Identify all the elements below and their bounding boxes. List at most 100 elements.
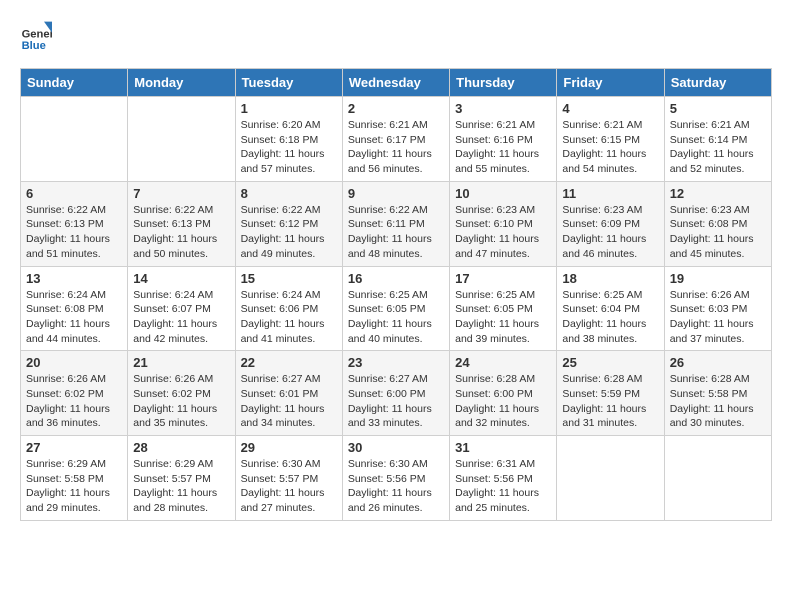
day-info: Sunrise: 6:21 AM Sunset: 6:14 PM Dayligh… [670, 118, 766, 177]
day-number: 17 [455, 271, 551, 286]
day-info: Sunrise: 6:23 AM Sunset: 6:10 PM Dayligh… [455, 203, 551, 262]
calendar-week-row: 6Sunrise: 6:22 AM Sunset: 6:13 PM Daylig… [21, 181, 772, 266]
calendar-cell: 28 Sunrise: 6:29 AM Sunset: 5:57 PM Dayli… [128, 436, 235, 521]
day-info: Sunrise: 6:22 AM Sunset: 6:12 PM Dayligh… [241, 203, 337, 262]
calendar-cell: 24Sunrise: 6:28 AM Sunset: 6:00 PM Dayli… [450, 351, 557, 436]
day-number: 21 [133, 355, 229, 370]
day-number: 10 [455, 186, 551, 201]
day-info: Sunrise: 6:31 AM Sunset: 5:56 PM Dayligh… [455, 457, 551, 516]
day-info: Sunrise: 6:30 AM Sunset: 5:56 PM Dayligh… [348, 457, 444, 516]
day-info: Sunrise: 6:29 AM Sunset: 5:58 PM Dayligh… [26, 457, 122, 516]
day-info: Sunrise: 6:30 AM Sunset: 5:57 PM Dayligh… [241, 457, 337, 516]
day-info: Sunrise: 6:22 AM Sunset: 6:13 PM Dayligh… [133, 203, 229, 262]
calendar-cell: 18Sunrise: 6:25 AM Sunset: 6:04 PM Dayli… [557, 266, 664, 351]
calendar-cell: 23Sunrise: 6:27 AM Sunset: 6:00 PM Dayli… [342, 351, 449, 436]
calendar-cell: 8 Sunrise: 6:22 AM Sunset: 6:12 PM Daylig… [235, 181, 342, 266]
weekday-header-thursday: Thursday [450, 69, 557, 97]
calendar-cell: 3 Sunrise: 6:21 AM Sunset: 6:16 PM Daylig… [450, 97, 557, 182]
page-header: General Blue [20, 20, 772, 52]
day-info: Sunrise: 6:26 AM Sunset: 6:03 PM Dayligh… [670, 288, 766, 347]
weekday-header-tuesday: Tuesday [235, 69, 342, 97]
calendar-cell: 20 Sunrise: 6:26 AM Sunset: 6:02 PM Dayli… [21, 351, 128, 436]
calendar-cell: 12Sunrise: 6:23 AM Sunset: 6:08 PM Dayli… [664, 181, 771, 266]
logo: General Blue [20, 20, 56, 52]
day-number: 13 [26, 271, 122, 286]
day-info: Sunrise: 6:22 AM Sunset: 6:13 PM Dayligh… [26, 203, 122, 262]
calendar-cell: 9Sunrise: 6:22 AM Sunset: 6:11 PM Daylig… [342, 181, 449, 266]
day-number: 15 [241, 271, 337, 286]
weekday-header-saturday: Saturday [664, 69, 771, 97]
calendar-week-row: 20 Sunrise: 6:26 AM Sunset: 6:02 PM Dayli… [21, 351, 772, 436]
day-info: Sunrise: 6:26 AM Sunset: 6:02 PM Dayligh… [26, 372, 122, 431]
day-info: Sunrise: 6:23 AM Sunset: 6:09 PM Dayligh… [562, 203, 658, 262]
weekday-header-monday: Monday [128, 69, 235, 97]
day-number: 5 [670, 101, 766, 116]
day-info: Sunrise: 6:27 AM Sunset: 6:01 PM Dayligh… [241, 372, 337, 431]
calendar-cell: 7 Sunrise: 6:22 AM Sunset: 6:13 PM Daylig… [128, 181, 235, 266]
day-info: Sunrise: 6:29 AM Sunset: 5:57 PM Dayligh… [133, 457, 229, 516]
calendar-cell [128, 97, 235, 182]
day-info: Sunrise: 6:24 AM Sunset: 6:06 PM Dayligh… [241, 288, 337, 347]
calendar-cell: 15 Sunrise: 6:24 AM Sunset: 6:06 PM Dayli… [235, 266, 342, 351]
day-number: 18 [562, 271, 658, 286]
day-info: Sunrise: 6:28 AM Sunset: 5:59 PM Dayligh… [562, 372, 658, 431]
calendar-cell: 25 Sunrise: 6:28 AM Sunset: 5:59 PM Dayli… [557, 351, 664, 436]
day-number: 30 [348, 440, 444, 455]
day-number: 2 [348, 101, 444, 116]
calendar-cell: 30 Sunrise: 6:30 AM Sunset: 5:56 PM Dayli… [342, 436, 449, 521]
calendar-cell: 11 Sunrise: 6:23 AM Sunset: 6:09 PM Dayli… [557, 181, 664, 266]
day-number: 8 [241, 186, 337, 201]
calendar-cell: 5 Sunrise: 6:21 AM Sunset: 6:14 PM Daylig… [664, 97, 771, 182]
calendar-cell: 6Sunrise: 6:22 AM Sunset: 6:13 PM Daylig… [21, 181, 128, 266]
calendar-cell: 31Sunrise: 6:31 AM Sunset: 5:56 PM Dayli… [450, 436, 557, 521]
weekday-header-sunday: Sunday [21, 69, 128, 97]
day-number: 19 [670, 271, 766, 286]
calendar-cell: 1Sunrise: 6:20 AM Sunset: 6:18 PM Daylig… [235, 97, 342, 182]
calendar-cell: 14 Sunrise: 6:24 AM Sunset: 6:07 PM Dayli… [128, 266, 235, 351]
day-number: 27 [26, 440, 122, 455]
day-number: 3 [455, 101, 551, 116]
day-info: Sunrise: 6:25 AM Sunset: 6:05 PM Dayligh… [455, 288, 551, 347]
day-info: Sunrise: 6:21 AM Sunset: 6:16 PM Dayligh… [455, 118, 551, 177]
day-number: 22 [241, 355, 337, 370]
day-info: Sunrise: 6:21 AM Sunset: 6:15 PM Dayligh… [562, 118, 658, 177]
day-info: Sunrise: 6:28 AM Sunset: 6:00 PM Dayligh… [455, 372, 551, 431]
day-number: 9 [348, 186, 444, 201]
calendar-cell: 26 Sunrise: 6:28 AM Sunset: 5:58 PM Dayli… [664, 351, 771, 436]
svg-text:General: General [22, 29, 52, 41]
weekday-header-wednesday: Wednesday [342, 69, 449, 97]
day-number: 20 [26, 355, 122, 370]
calendar-header-row: SundayMondayTuesdayWednesdayThursdayFrid… [21, 69, 772, 97]
day-info: Sunrise: 6:26 AM Sunset: 6:02 PM Dayligh… [133, 372, 229, 431]
calendar-table: SundayMondayTuesdayWednesdayThursdayFrid… [20, 68, 772, 521]
day-info: Sunrise: 6:20 AM Sunset: 6:18 PM Dayligh… [241, 118, 337, 177]
calendar-cell: 27 Sunrise: 6:29 AM Sunset: 5:58 PM Dayli… [21, 436, 128, 521]
day-info: Sunrise: 6:24 AM Sunset: 6:08 PM Dayligh… [26, 288, 122, 347]
day-number: 26 [670, 355, 766, 370]
day-number: 11 [562, 186, 658, 201]
calendar-cell [557, 436, 664, 521]
day-info: Sunrise: 6:28 AM Sunset: 5:58 PM Dayligh… [670, 372, 766, 431]
calendar-cell: 16Sunrise: 6:25 AM Sunset: 6:05 PM Dayli… [342, 266, 449, 351]
calendar-cell: 22 Sunrise: 6:27 AM Sunset: 6:01 PM Dayli… [235, 351, 342, 436]
logo-icon: General Blue [20, 20, 52, 52]
svg-text:Blue: Blue [22, 40, 46, 52]
day-number: 12 [670, 186, 766, 201]
day-number: 25 [562, 355, 658, 370]
day-info: Sunrise: 6:21 AM Sunset: 6:17 PM Dayligh… [348, 118, 444, 177]
calendar-week-row: 27 Sunrise: 6:29 AM Sunset: 5:58 PM Dayli… [21, 436, 772, 521]
weekday-header-friday: Friday [557, 69, 664, 97]
day-number: 14 [133, 271, 229, 286]
calendar-cell [21, 97, 128, 182]
calendar-cell: 29 Sunrise: 6:30 AM Sunset: 5:57 PM Dayli… [235, 436, 342, 521]
day-number: 7 [133, 186, 229, 201]
calendar-cell: 2 Sunrise: 6:21 AM Sunset: 6:17 PM Daylig… [342, 97, 449, 182]
day-info: Sunrise: 6:24 AM Sunset: 6:07 PM Dayligh… [133, 288, 229, 347]
day-number: 16 [348, 271, 444, 286]
calendar-cell: 10 Sunrise: 6:23 AM Sunset: 6:10 PM Dayli… [450, 181, 557, 266]
calendar-cell: 13 Sunrise: 6:24 AM Sunset: 6:08 PM Dayli… [21, 266, 128, 351]
calendar-cell [664, 436, 771, 521]
day-number: 29 [241, 440, 337, 455]
calendar-cell: 19 Sunrise: 6:26 AM Sunset: 6:03 PM Dayli… [664, 266, 771, 351]
day-number: 28 [133, 440, 229, 455]
